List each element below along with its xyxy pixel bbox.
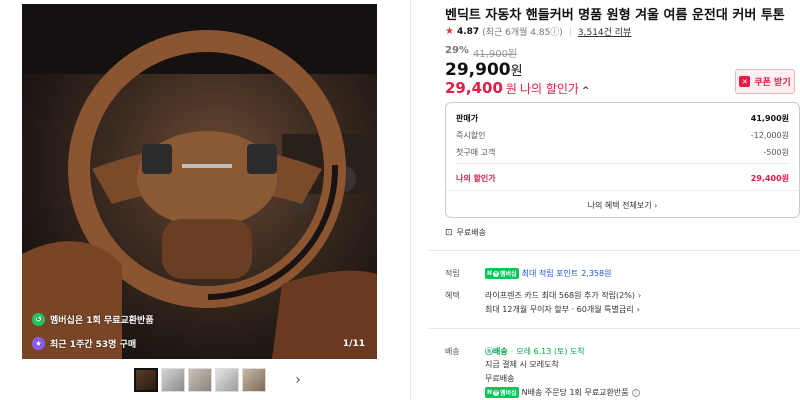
chevron-right-icon: › [637, 291, 642, 300]
my-price[interactable]: 29,400 원 나의 할인가 ^ [445, 79, 590, 97]
shipping-line: 지금 결제 시 모레도착 [485, 360, 559, 369]
chevron-right-icon[interactable]: › [290, 372, 306, 388]
shipping-membership-row: N + 멤버십 N배송 주문당 1회 무료교환반품 i [485, 387, 640, 398]
shipping-label: 배송 [445, 347, 460, 356]
exchange-icon: ↺ [32, 313, 45, 326]
sale-price-unit: 원 [510, 64, 523, 79]
rating-meta: (최근 6개월 4.85ⓘ) [482, 28, 563, 38]
free-shipping-row: ⊡ 무료배송 [445, 227, 486, 238]
chevron-right-icon: › [654, 201, 658, 210]
steering-wheel-illustration [22, 4, 377, 359]
info-icon[interactable]: i [631, 388, 640, 397]
chevron-up-icon: ^ [581, 86, 590, 96]
coupon-icon: ✕ [739, 76, 751, 87]
naver-membership-badge: N + 멤버십 [485, 387, 519, 398]
breakdown-value: -12,000원 [750, 131, 789, 140]
purchase-count-badge: ★ 최근 1주간 53명 구매 [32, 337, 136, 350]
points-row: N + 멤버십 최대 적립 포인트 2,358원 [485, 268, 611, 279]
truck-icon: ⊡ [445, 227, 453, 238]
separator: | [568, 26, 572, 37]
rating-score: 4.87 [456, 26, 480, 37]
breakdown-total-row: 나의 할인가 29,400원 [456, 173, 789, 184]
breakdown-row: 첫구매 고객 -500원 [456, 147, 789, 158]
product-gallery: ↺ 멤버십은 1회 무료교환반품 ★ 최근 1주간 53명 구매 1/11 ‹ … [22, 0, 377, 400]
breakdown-row: 판매가 41,900원 [456, 113, 789, 124]
shipping-return-text: N배송 주문당 1회 무료교환반품 [521, 388, 629, 397]
section-divider [428, 250, 800, 251]
rating-row: ★ 4.87 (최근 6개월 4.85ⓘ) | 3,514건 리뷰 [445, 25, 631, 38]
benefit-line[interactable]: 최대 12개월 무이자 할부 · 60개월 특별금리 › [485, 304, 640, 315]
benefit-link-label: 나의 혜택 전체보기 [587, 201, 652, 210]
thumbnail[interactable] [134, 368, 158, 392]
coupon-button[interactable]: ✕ 쿠폰 받기 [735, 69, 795, 94]
coupon-label: 쿠폰 받기 [754, 78, 791, 88]
my-price-label: 나의 할인가 [519, 82, 579, 96]
breakdown-total-value: 29,400원 [750, 174, 789, 183]
thumbnail[interactable] [242, 368, 266, 392]
membership-badge-text: 멤버십은 1회 무료교환반품 [50, 316, 154, 326]
product-title: 벤딕트 자동차 핸들커버 명품 원형 겨울 여름 운전대 커버 투톤 [445, 8, 785, 23]
points-amount[interactable]: 2,358원 [581, 268, 611, 279]
discount-row: 29% 41,900원 [445, 45, 517, 60]
membership-pill-label: 멤버십 [500, 390, 517, 397]
benefit-link[interactable]: 나의 혜택 전체보기 › [446, 200, 799, 211]
free-shipping-text: 무료배송 [456, 228, 486, 237]
benefits-label: 혜택 [445, 291, 460, 300]
section-divider [428, 328, 800, 329]
benefit-line-text: 최대 12개월 무이자 할부 · 60개월 특별금리 [485, 305, 634, 314]
shipping-eta-row: ⓝ배송 · 모레 6.13 (토) 도착 [485, 346, 585, 357]
price-breakdown-box: 판매가 41,900원 즉시할인 -12,000원 첫구매 고객 -500원 나… [445, 102, 800, 218]
thumbnail[interactable] [215, 368, 239, 392]
my-price-unit: 원 [505, 82, 517, 96]
purchase-count-text: 최근 1주간 53명 구매 [50, 340, 137, 350]
breakdown-label: 첫구매 고객 [456, 148, 496, 157]
original-price: 41,900원 [472, 49, 518, 60]
breakdown-label: 즉시할인 [456, 131, 486, 140]
sale-price: 29,900원 [445, 60, 523, 80]
thumbnail[interactable] [188, 368, 212, 392]
users-icon: ★ [32, 337, 45, 350]
separator: · [510, 347, 514, 356]
thumbnail-strip [134, 368, 266, 392]
shipping-line: 무료배송 [485, 374, 515, 383]
breakdown-row: 즉시할인 -12,000원 [456, 130, 789, 141]
benefit-line[interactable]: 라이프렌즈 카드 최대 568원 추가 적립(2%) › [485, 290, 641, 301]
discount-percent: 29% [445, 45, 469, 56]
thumbnail[interactable] [161, 368, 185, 392]
points-label: 적립 [445, 269, 460, 278]
main-product-image[interactable]: ↺ 멤버십은 1회 무료교환반품 ★ 최근 1주간 53명 구매 1/11 [22, 4, 377, 359]
my-price-value: 29,400 [445, 79, 503, 97]
breakdown-total-label: 나의 할인가 [456, 174, 496, 183]
membership-badge: ↺ 멤버십은 1회 무료교환반품 [32, 313, 154, 326]
shipping-eta: 모레 6.13 (토) 도착 [516, 347, 585, 356]
divider [446, 190, 799, 191]
sale-price-value: 29,900 [445, 60, 511, 80]
product-page: ↺ 멤버십은 1회 무료교환반품 ★ 최근 1주간 53명 구매 1/11 ‹ … [0, 0, 800, 400]
column-divider [410, 0, 411, 400]
points-text[interactable]: 최대 적립 포인트 [522, 268, 579, 279]
divider [456, 163, 789, 164]
breakdown-label: 판매가 [456, 114, 479, 123]
image-counter: 1/11 [342, 339, 365, 349]
naver-membership-badge: N + 멤버십 [485, 268, 519, 279]
star-icon: ★ [445, 26, 454, 37]
breakdown-value: 41,900원 [750, 114, 789, 123]
n-delivery-badge: ⓝ배송 [485, 347, 508, 356]
breakdown-value: -500원 [763, 148, 789, 157]
chevron-right-icon: › [636, 305, 640, 314]
delivery-pill-label: 배송 [493, 347, 508, 356]
benefit-line-text: 라이프렌즈 카드 최대 568원 추가 적립(2%) [485, 291, 635, 300]
membership-pill-label: 멤버십 [500, 271, 517, 278]
review-link[interactable]: 3,514건 리뷰 [578, 25, 631, 38]
